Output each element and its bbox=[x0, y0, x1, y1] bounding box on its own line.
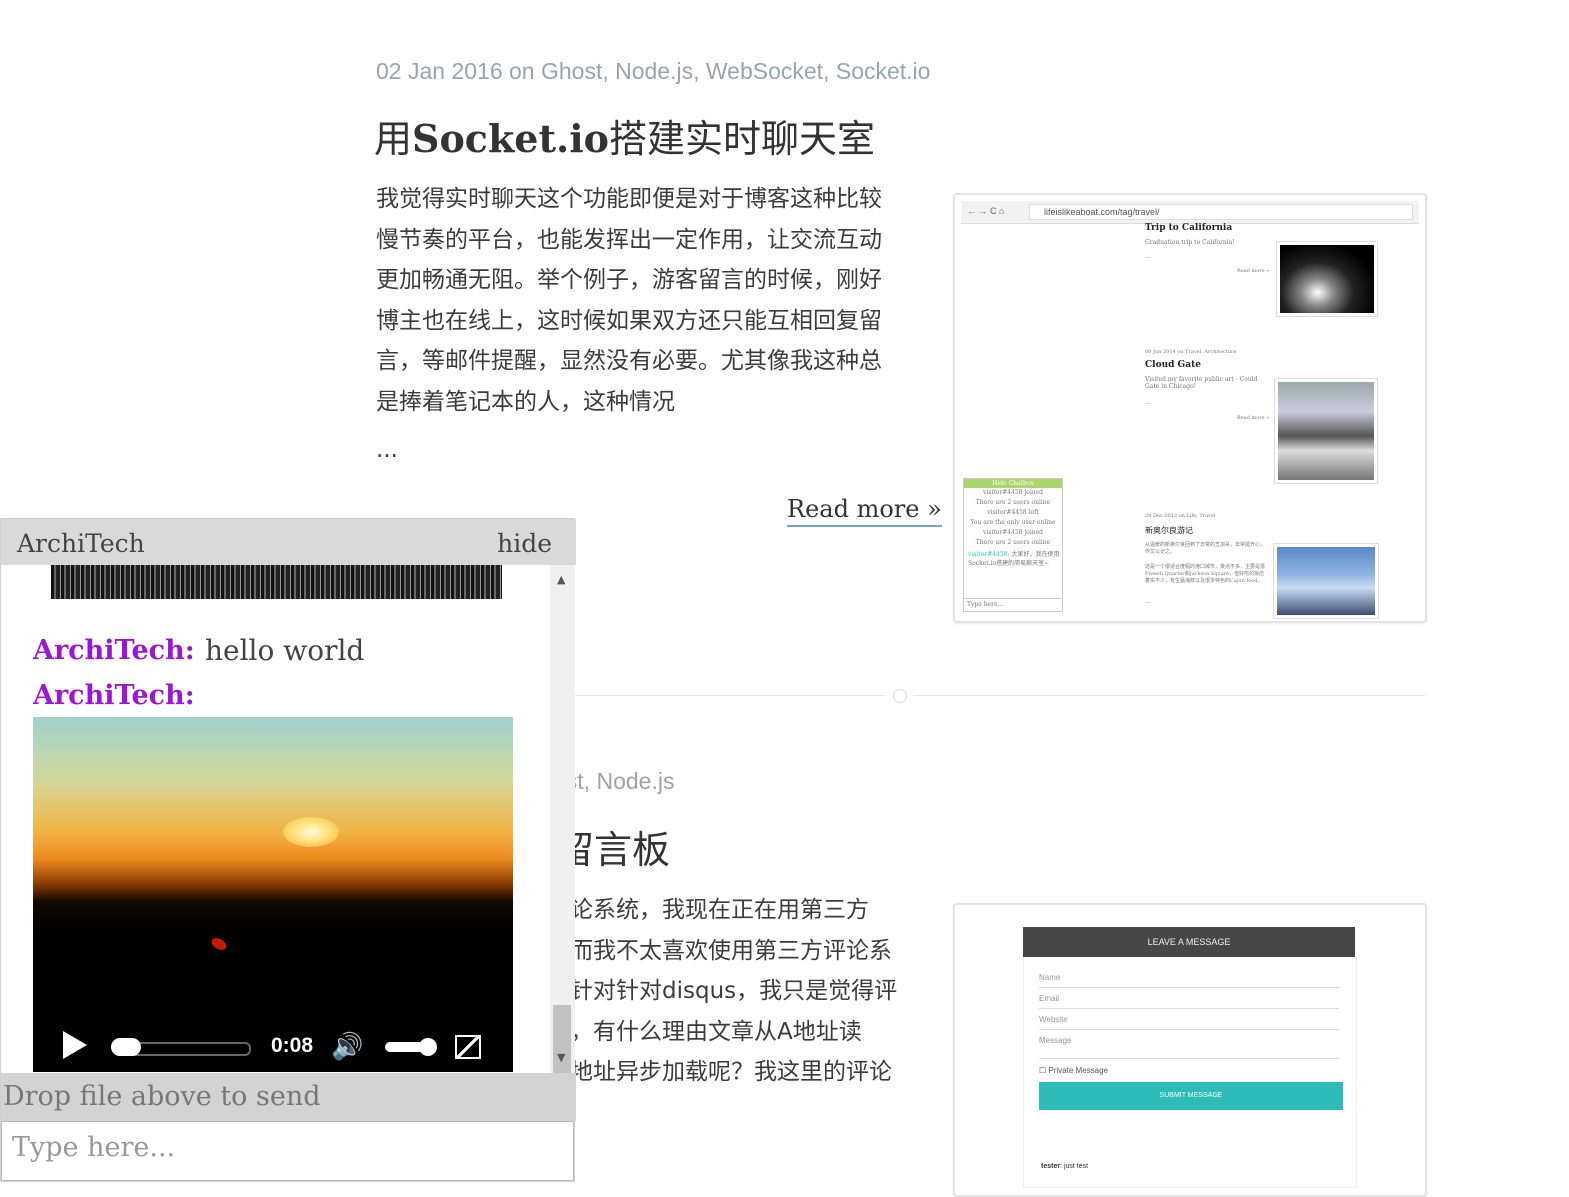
mini-post-title: 新奥尔良游记 bbox=[1145, 526, 1193, 535]
mini-chat-line: visitor#4458 left bbox=[987, 509, 1039, 516]
video-controls: 0:08 🔊 bbox=[41, 1023, 505, 1071]
form-title: LEAVE A MESSAGE bbox=[1023, 927, 1355, 957]
excerpt-line: 慢节奏的平台，也能发挥出一定作用，让交流互动 bbox=[376, 226, 882, 253]
mini-read-more: Read more » bbox=[1237, 415, 1270, 421]
mini-post-meta: 08 Jun 2014 on Travel, Architecture bbox=[1145, 349, 1237, 355]
excerpt-line: 更加畅通无阻。举个例子，游客留言的时候，刚好 bbox=[376, 267, 882, 293]
fullscreen-icon[interactable] bbox=[455, 1035, 481, 1059]
excerpt-line: 言，等邮件提醒，显然没有必要。尤其像我这种总 bbox=[376, 348, 882, 374]
scroll-down-icon[interactable]: ▼ bbox=[557, 1051, 565, 1064]
mini-chat-line: There are 2 users online bbox=[975, 499, 1051, 506]
volume-thumb[interactable] bbox=[419, 1038, 437, 1056]
message-sender: ArchiTech: bbox=[33, 635, 195, 666]
chat-hide-button[interactable]: hide bbox=[497, 529, 552, 558]
form-email-field: Email bbox=[1039, 994, 1339, 1009]
post-excerpt: 论系统，我现在正在用第三方 而我不太喜欢使用第三方评论系 针对针对disqus，… bbox=[570, 890, 897, 1093]
post-screenshot[interactable]: LEAVE A MESSAGE Name Email Website Messa… bbox=[953, 903, 1427, 1197]
title-bold: Socket.io bbox=[412, 116, 610, 161]
mini-chat-line: visitor#4458 joined bbox=[982, 529, 1044, 536]
browser-nav-icons: ← → C ⌂ bbox=[967, 206, 1005, 216]
excerpt-line: 而我不太喜欢使用第三方评论系 bbox=[570, 937, 892, 964]
excerpt-line: 我觉得实时聊天这个功能即便是对于博客这种比较 bbox=[376, 186, 882, 212]
mini-chat-message: visitor#4458: 大家好，我在使用Socket.io搭建的简易聊天室~ bbox=[964, 549, 1062, 567]
browser-toolbar: ← → C ⌂ lifeislikeaboat.com/tag/travel/ bbox=[961, 201, 1419, 224]
form-comment: tester: just test bbox=[1041, 1163, 1088, 1170]
sunset-video bbox=[33, 717, 513, 1072]
post-excerpt: 我觉得实时聊天这个功能即便是对于博客这种比较 慢节奏的平台，也能发挥出一定作用，… bbox=[376, 179, 882, 422]
chat-header: ArchiTech hide bbox=[1, 519, 576, 565]
post-meta: 02 Jan 2016 on Ghost, Node.js, WebSocket… bbox=[376, 58, 931, 84]
title-prefix: 用 bbox=[374, 117, 413, 161]
form-submit-button: SUBMIT MESSAGE bbox=[1039, 1082, 1343, 1110]
form-website-field: Website bbox=[1039, 1015, 1339, 1030]
mini-read-more: Read more » bbox=[1237, 268, 1270, 274]
mini-post-desc: Graduation trip to California! bbox=[1145, 239, 1235, 246]
mini-post-dots: ... bbox=[1145, 399, 1151, 406]
progress-thumb[interactable] bbox=[111, 1038, 141, 1056]
excerpt-line: 博主也在线上，这时候如果双方还只能互相回复留 bbox=[376, 307, 882, 334]
message-sender: ArchiTech: bbox=[33, 680, 195, 711]
mini-chat-line: There are 2 users online bbox=[975, 539, 1051, 546]
post-divider bbox=[913, 695, 1425, 696]
post-title[interactable]: 用Socket.io搭建实时聊天室 bbox=[374, 108, 875, 163]
thumb-new-orleans bbox=[1273, 543, 1379, 619]
divider-circle bbox=[893, 689, 907, 703]
excerpt-line: 论系统，我现在正在用第三方 bbox=[570, 897, 869, 923]
form-name-field: Name bbox=[1039, 973, 1339, 988]
excerpt-line: 是捧着笔记本的人，这种情况 bbox=[376, 388, 675, 415]
title-suffix: 搭建实时聊天室 bbox=[609, 117, 876, 161]
mini-chat-input: Type here... bbox=[964, 598, 1063, 611]
previous-image-fragment bbox=[51, 565, 502, 599]
comment-text: : just test bbox=[1060, 1163, 1089, 1170]
mini-post-title: Cloud Gate bbox=[1145, 360, 1201, 370]
file-drop-zone[interactable]: Drop file above to send bbox=[1, 1073, 576, 1121]
mini-chat-sender: visitor#4458: bbox=[968, 551, 1010, 558]
mini-post-desc: 从温暖的新奥尔良回到了日常的芝加哥，非常挺开心，作文以记之。 bbox=[1145, 542, 1266, 555]
mini-chat-hide: Hide Chatbox bbox=[964, 479, 1062, 488]
mini-post-desc: Visited my favorite public art - Could G… bbox=[1145, 376, 1258, 390]
mini-post-title: Trip to California bbox=[1145, 223, 1233, 233]
thumb-sea bbox=[1276, 241, 1378, 317]
form-private-checkbox: ☐ Private Message bbox=[1039, 1066, 1108, 1075]
play-icon[interactable] bbox=[63, 1031, 87, 1059]
mini-chat-line: You are the only user online bbox=[970, 519, 1056, 526]
scroll-up-icon[interactable]: ▲ bbox=[557, 573, 565, 586]
chat-title: ArchiTech bbox=[17, 529, 145, 558]
thumb-cloud-gate bbox=[1274, 378, 1378, 484]
post-screenshot[interactable]: ← → C ⌂ lifeislikeaboat.com/tag/travel/ … bbox=[953, 193, 1427, 623]
chat-widget: ArchiTech hide ArchiTech: hello world Ar… bbox=[0, 518, 576, 1182]
mini-post-dots: ... bbox=[1145, 598, 1151, 605]
read-more-link[interactable]: Read more » bbox=[787, 495, 942, 527]
chat-scrollbar[interactable]: ▲ ▼ bbox=[550, 565, 575, 1085]
private-label: Private Message bbox=[1048, 1066, 1108, 1075]
video-frame[interactable] bbox=[33, 717, 513, 1072]
mini-chat-line: visitor#4458 joined bbox=[982, 489, 1044, 496]
mini-post-dots: ... bbox=[1145, 253, 1151, 260]
mini-post-meta: 29 Dec 2012 on Life, Travel bbox=[1145, 513, 1216, 519]
video-time: 0:08 bbox=[271, 1034, 314, 1057]
post-divider bbox=[575, 695, 885, 696]
chat-messages[interactable]: ArchiTech: hello world ArchiTech: 0:08 🔊 bbox=[1, 565, 550, 1073]
message-text: hello world bbox=[205, 634, 365, 667]
sun-glow bbox=[283, 817, 339, 847]
drop-label: Drop file above to send bbox=[3, 1081, 321, 1112]
excerpt-ellipsis: ... bbox=[376, 437, 398, 463]
chat-input[interactable] bbox=[1, 1121, 574, 1181]
mini-chatbox: Hide Chatbox visitor#4458 joined There a… bbox=[963, 478, 1063, 612]
excerpt-line: ，有什么理由文章从A地址读 bbox=[570, 1018, 862, 1045]
excerpt-line: 针对针对disqus，我只是觉得评 bbox=[570, 978, 898, 1004]
mini-post-desc: 这是一个很适合度假的港口城市，景点不多，主要是逛French Quarter和J… bbox=[1145, 564, 1266, 584]
comment-author: tester bbox=[1041, 1163, 1061, 1170]
volume-icon[interactable]: 🔊 bbox=[331, 1031, 363, 1062]
browser-url: lifeislikeaboat.com/tag/travel/ bbox=[1029, 204, 1413, 220]
excerpt-line: 地址异步加载呢？我这里的评论 bbox=[570, 1059, 892, 1085]
form-message-field: Message bbox=[1039, 1036, 1339, 1059]
